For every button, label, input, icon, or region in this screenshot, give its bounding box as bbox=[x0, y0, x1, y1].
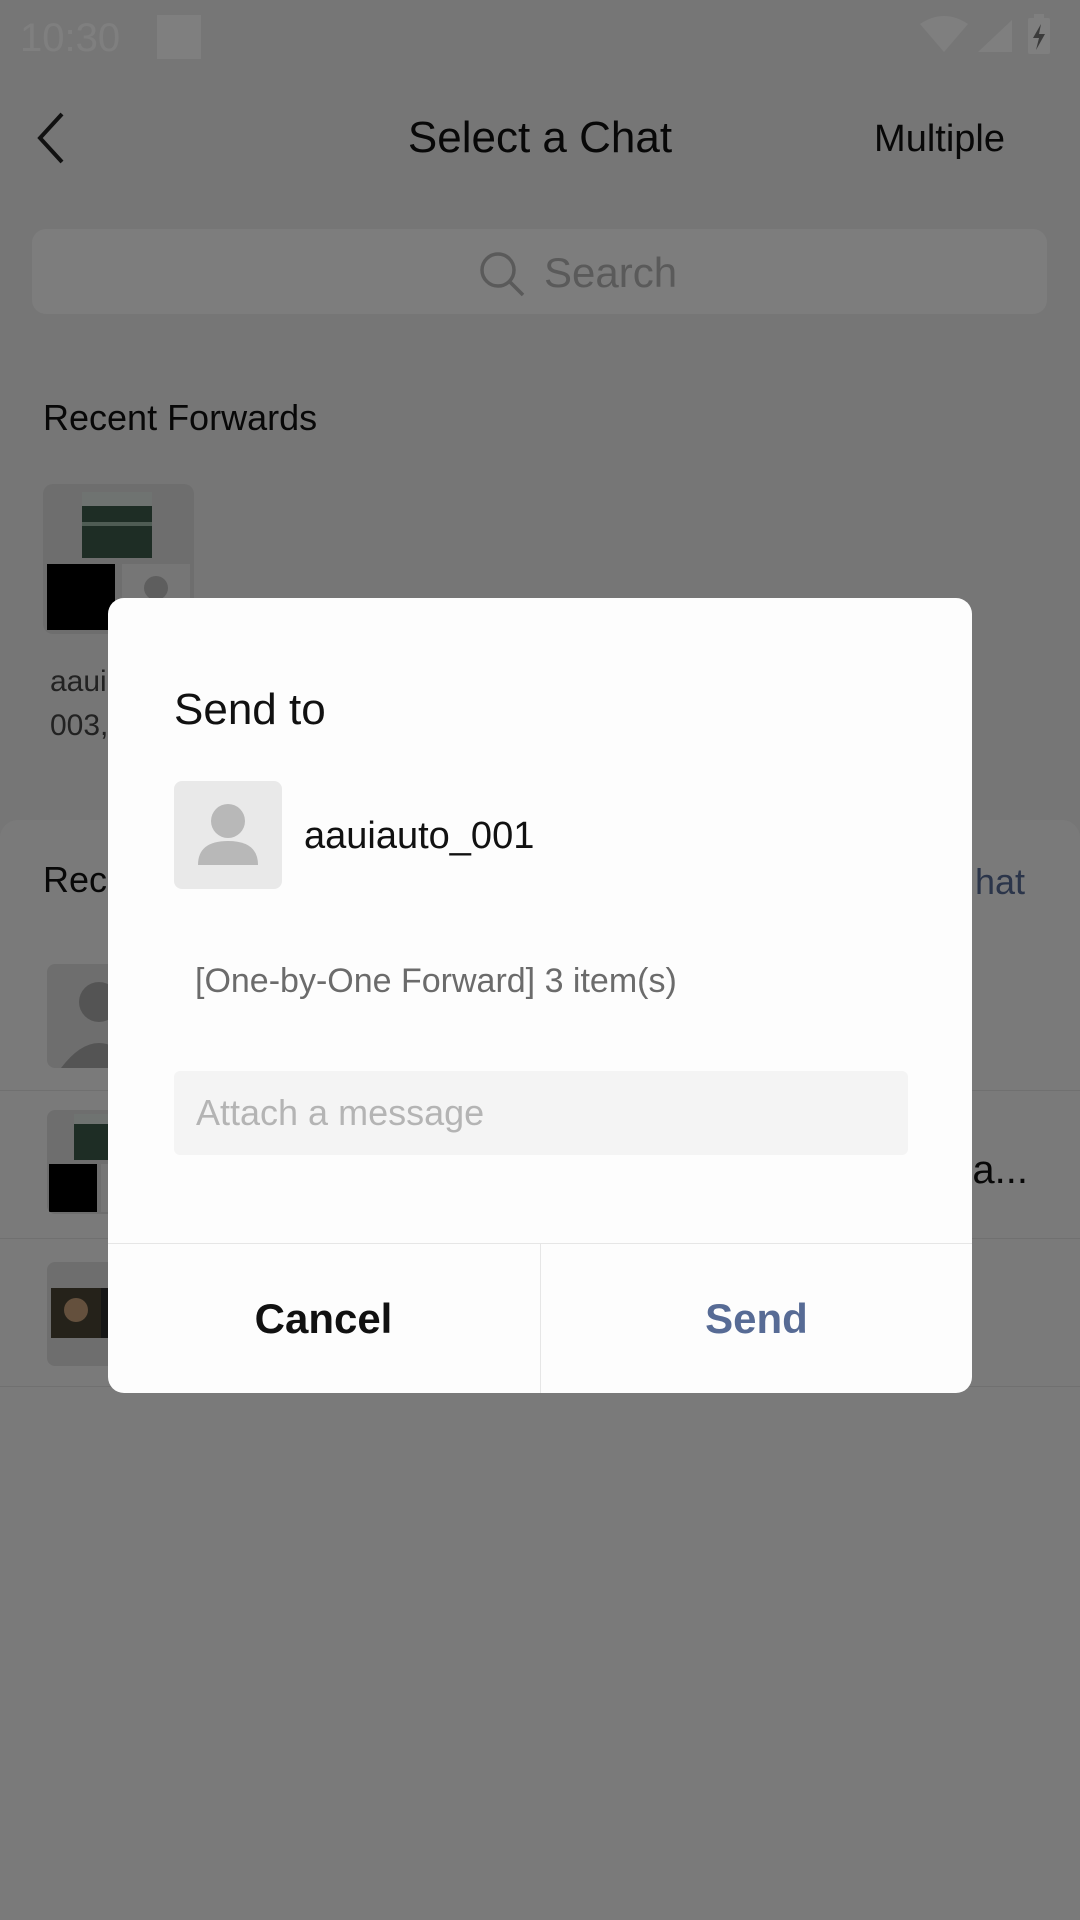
message-input[interactable] bbox=[174, 1071, 908, 1155]
forward-summary: [One-by-One Forward] 3 item(s) bbox=[195, 962, 677, 1000]
screen: 10:30 Select a Chat Multiple Search Rece… bbox=[0, 0, 1080, 1920]
dialog-title: Send to bbox=[174, 685, 326, 734]
recipient-name: aauiauto_001 bbox=[304, 815, 535, 857]
recipient-avatar bbox=[174, 781, 282, 889]
send-to-dialog: Send to aauiauto_001 [One-by-One Forward… bbox=[108, 598, 972, 1393]
send-button[interactable]: Send bbox=[541, 1244, 972, 1393]
person-icon bbox=[198, 804, 258, 865]
cancel-button[interactable]: Cancel bbox=[108, 1244, 539, 1393]
